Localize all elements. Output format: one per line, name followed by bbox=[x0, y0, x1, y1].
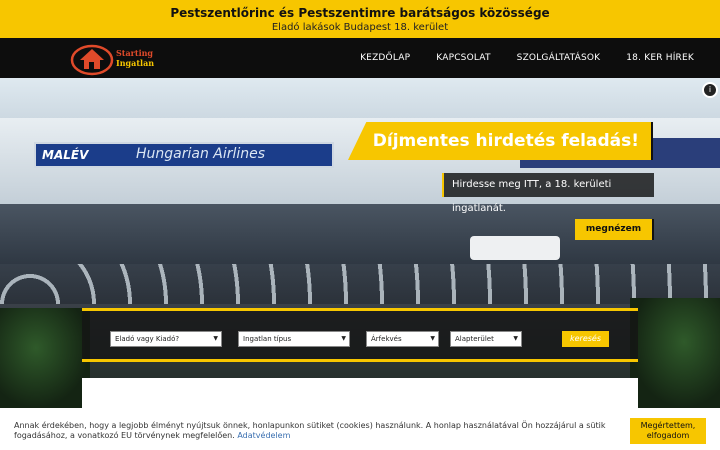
site-tagline: Pestszentlőrinc és Pestszentimre barátsá… bbox=[170, 6, 550, 20]
logo-text-line1: Starting bbox=[116, 48, 154, 58]
site-logo[interactable]: Starting Ingatlan bbox=[70, 40, 170, 76]
chevron-down-icon: ▼ bbox=[513, 335, 518, 342]
top-banner: Pestszentlőrinc és Pestszentimre barátsá… bbox=[0, 0, 720, 38]
promo-subtitle: Hirdesse meg ITT, a 18. kerületi ingatla… bbox=[442, 173, 654, 214]
property-search-panel: Eladó vagy Kiadó? ▼ Ingatlan típus ▼ Árf… bbox=[82, 308, 638, 362]
cookie-consent-bar: Annak érdekében, hogy a legjobb élményt … bbox=[0, 408, 720, 450]
nav-item-home[interactable]: KEZDŐLAP bbox=[360, 53, 410, 63]
nav-item-contact[interactable]: KAPCSOLAT bbox=[436, 53, 490, 63]
accept-cookies-button[interactable]: Megértettem, elfogadom bbox=[630, 418, 706, 444]
view-more-button[interactable]: megnézem bbox=[575, 219, 654, 240]
price-range-select[interactable]: Árfekvés ▼ bbox=[366, 331, 439, 347]
chevron-down-icon: ▼ bbox=[341, 335, 346, 342]
info-icon[interactable]: i bbox=[702, 82, 718, 98]
hero-photo-arches bbox=[0, 264, 720, 304]
cookie-message: Annak érdekében, hogy a legjobb élményt … bbox=[14, 421, 606, 440]
hero-photo-trees-left bbox=[0, 308, 90, 408]
hero-photo-trees-right bbox=[630, 298, 720, 408]
privacy-link[interactable]: Adatvédelem bbox=[237, 431, 290, 440]
search-button[interactable]: keresés bbox=[562, 331, 609, 347]
nav-item-news[interactable]: 18. KER HÍREK bbox=[626, 53, 694, 63]
nav-menu: KEZDŐLAP KAPCSOLAT SZOLGÁLTATÁSOK 18. KE… bbox=[360, 38, 720, 78]
nav-item-services[interactable]: SZOLGÁLTATÁSOK bbox=[517, 53, 601, 63]
floor-area-select[interactable]: Alapterület ▼ bbox=[450, 331, 522, 347]
chevron-down-icon: ▼ bbox=[430, 335, 435, 342]
chevron-down-icon: ▼ bbox=[213, 335, 218, 342]
promo-title: Díjmentes hirdetés feladás! bbox=[372, 131, 639, 151]
sale-rent-select[interactable]: Eladó vagy Kiadó? ▼ bbox=[110, 331, 222, 347]
hero-photo-van bbox=[470, 236, 560, 260]
house-logo-icon bbox=[70, 44, 114, 76]
airline-sign: MALÉV Hungarian Airlines bbox=[34, 142, 334, 168]
main-navbar: Starting Ingatlan KEZDŐLAP KAPCSOLAT SZO… bbox=[0, 38, 720, 78]
site-subtagline: Eladó lakások Budapest 18. kerület bbox=[271, 22, 449, 33]
logo-text-line2: Ingatlan bbox=[116, 58, 155, 68]
property-type-select[interactable]: Ingatlan típus ▼ bbox=[238, 331, 350, 347]
promo-banner: Díjmentes hirdetés feladás! bbox=[348, 122, 653, 160]
content-card bbox=[82, 378, 638, 408]
